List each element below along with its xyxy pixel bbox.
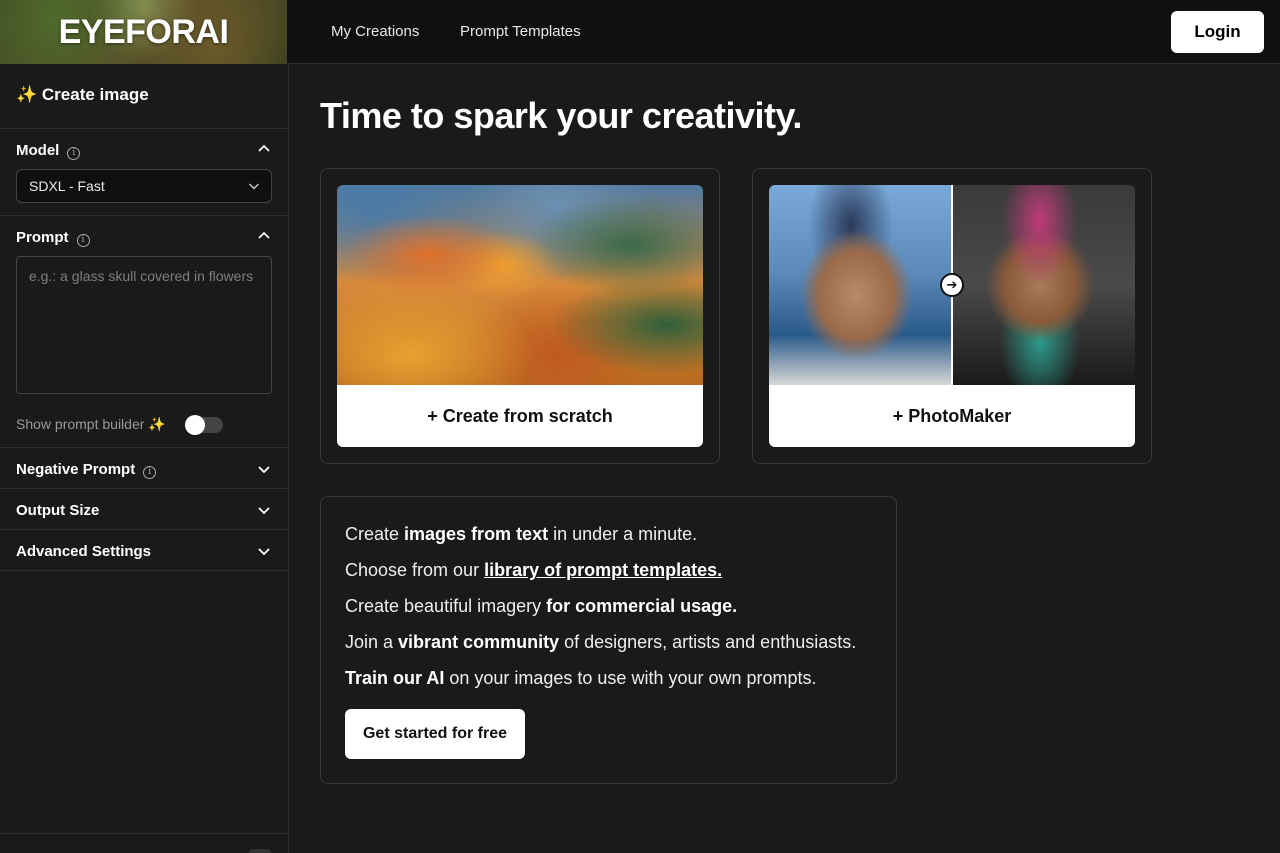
arrow-right-icon: ➔ (940, 273, 964, 297)
create-image-sidebar: ✨ Create image Model i SDXL - Fast Prompt… (0, 65, 289, 853)
toggle-knob (185, 415, 205, 435)
feature-line: Create beautiful imagery for commercial … (345, 596, 738, 616)
chevron-down-icon[interactable] (256, 461, 272, 477)
scroll-handle[interactable] (249, 849, 271, 853)
divider (0, 570, 288, 571)
get-started-button[interactable]: Get started for free (345, 709, 525, 759)
model-label-text: Model (16, 142, 60, 159)
info-icon[interactable]: i (76, 234, 90, 247)
prompt-builder-toggle[interactable] (185, 415, 223, 435)
model-select-value: SDXL - Fast (29, 178, 105, 194)
prompt-label[interactable]: Prompt i (16, 229, 90, 247)
divider (0, 447, 288, 448)
sidebar-title: ✨ Create image (16, 85, 149, 104)
logo-banner[interactable]: EYEFORAI (0, 0, 287, 64)
nav-my-creations[interactable]: My Creations (331, 0, 419, 64)
info-icon[interactable]: i (143, 466, 157, 479)
chevron-up-icon[interactable] (256, 141, 272, 157)
feature-line: Choose from our library of prompt templa… (345, 560, 723, 580)
chevron-down-icon[interactable] (256, 502, 272, 518)
photomaker-card[interactable]: ➔ + PhotoMaker (752, 168, 1152, 464)
hero-heading: Time to spark your creativity. (320, 95, 802, 136)
photomaker-image: ➔ (769, 185, 1135, 385)
advanced-settings-label[interactable]: Advanced Settings (16, 543, 151, 560)
create-from-scratch-card[interactable]: + Create from scratch (320, 168, 720, 464)
model-label[interactable]: Model i (16, 142, 81, 160)
feature-line: Join a vibrant community of designers, a… (345, 632, 857, 652)
painting-image (337, 185, 703, 385)
after-photo (952, 185, 1135, 385)
photomaker-button[interactable]: + PhotoMaker (769, 385, 1135, 447)
prompt-builder-label: Show prompt builder ✨ (16, 416, 166, 432)
top-header: EYEFORAI My Creations Prompt Templates L… (0, 0, 1280, 64)
negative-prompt-label-text: Negative Prompt (16, 461, 136, 478)
chevron-down-icon[interactable] (256, 543, 272, 559)
output-size-label[interactable]: Output Size (16, 502, 99, 519)
prompt-input[interactable] (16, 256, 272, 394)
divider (0, 529, 288, 530)
divider (0, 128, 288, 129)
divider (0, 488, 288, 489)
info-icon[interactable]: i (67, 147, 81, 160)
prompt-templates-link[interactable]: library of prompt templates. (484, 560, 722, 580)
divider (0, 215, 288, 216)
nav-prompt-templates[interactable]: Prompt Templates (460, 0, 581, 64)
divider (0, 833, 288, 834)
chevron-down-icon (247, 179, 261, 193)
negative-prompt-label[interactable]: Negative Prompt i (16, 461, 157, 479)
before-photo (769, 185, 951, 385)
prompt-label-text: Prompt (16, 229, 69, 246)
create-from-scratch-button[interactable]: + Create from scratch (337, 385, 703, 447)
chevron-up-icon[interactable] (256, 228, 272, 244)
login-button[interactable]: Login (1171, 11, 1264, 53)
feature-line: Create images from text in under a minut… (345, 524, 698, 544)
feature-line: Train our AI on your images to use with … (345, 668, 817, 688)
features-card: Create images from text in under a minut… (320, 496, 897, 784)
logo-text: EYEFORAI (58, 13, 229, 51)
model-select[interactable]: SDXL - Fast (16, 169, 272, 203)
